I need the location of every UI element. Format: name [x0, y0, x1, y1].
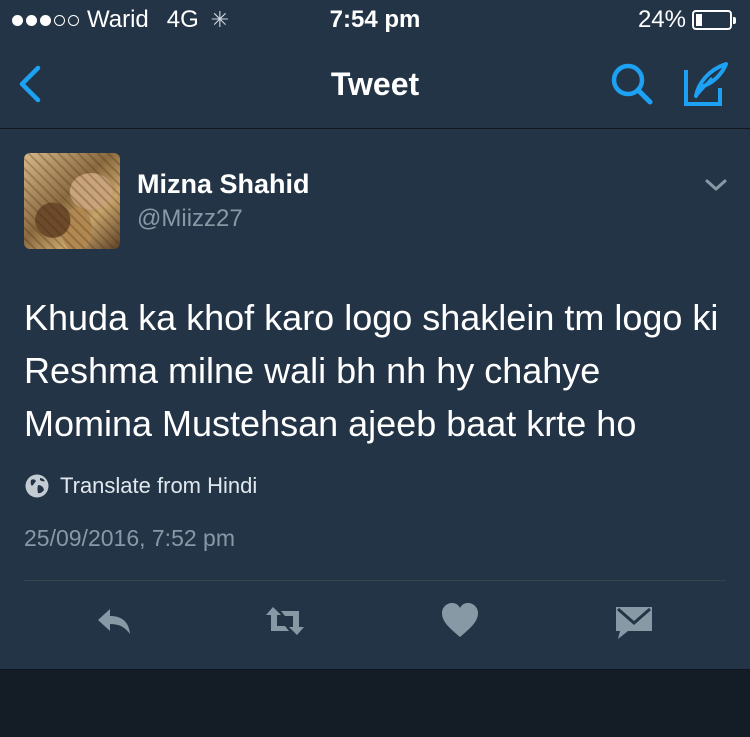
- navigation-bar: Tweet: [0, 42, 750, 129]
- compose-tweet-icon[interactable]: [682, 60, 730, 108]
- search-icon[interactable]: [608, 60, 658, 110]
- reply-icon[interactable]: [92, 599, 136, 643]
- tweet-timestamp: 25/09/2016, 7:52 pm: [24, 525, 235, 551]
- author-handle[interactable]: @Miizz27: [137, 205, 243, 233]
- translate-label: Translate from Hindi: [60, 473, 258, 498]
- divider: [24, 580, 726, 581]
- reply-area: [0, 669, 750, 737]
- tweet-detail: Mizna Shahid @Miizz27 Khuda ka khof karo…: [0, 129, 750, 669]
- heart-icon[interactable]: [438, 599, 482, 643]
- status-bar: Warid 4G ✳ 7:54 pm 24%: [0, 0, 750, 42]
- battery-percent: 24%: [637, 6, 686, 33]
- retweet-icon[interactable]: [263, 599, 307, 643]
- battery-icon: [692, 10, 736, 30]
- status-right: 24%: [637, 6, 736, 34]
- globe-icon: [25, 474, 49, 498]
- translate-link[interactable]: Translate from Hindi: [24, 473, 257, 499]
- tweet-text: Khuda ka khof karo logo shaklein tm logo…: [24, 297, 719, 444]
- author-name[interactable]: Mizna Shahid: [137, 169, 310, 200]
- avatar[interactable]: [24, 153, 120, 249]
- direct-message-icon[interactable]: [612, 599, 656, 643]
- tweet-actions: [0, 599, 750, 651]
- chevron-down-icon[interactable]: [702, 175, 730, 195]
